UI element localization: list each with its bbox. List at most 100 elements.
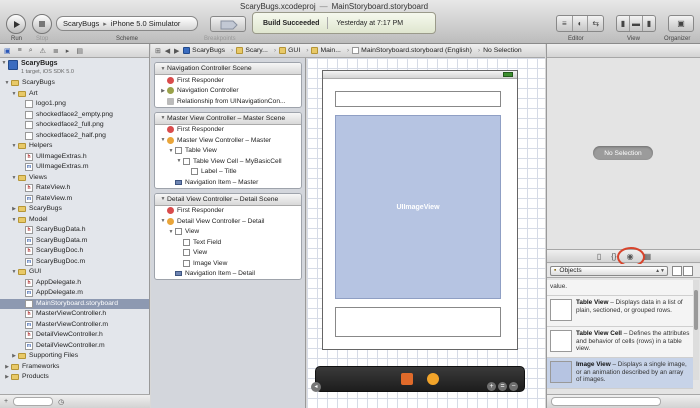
- library-scrollbar[interactable]: [693, 280, 699, 380]
- file-tree-item[interactable]: h ScaryBugData.h: [0, 225, 149, 236]
- related-files-icon[interactable]: ⊞: [155, 47, 161, 55]
- disclosure-triangle-icon[interactable]: ▼: [10, 173, 18, 184]
- scene-header[interactable]: ▼ Navigation Controller Scene: [155, 63, 301, 75]
- debug-navigator-tab-icon[interactable]: ≣: [53, 47, 59, 55]
- breadcrumb-item[interactable]: Main...: [311, 47, 341, 54]
- file-tree-item[interactable]: logo1.png: [0, 99, 149, 110]
- file-tree-item[interactable]: h MasterViewController.h: [0, 309, 149, 320]
- outline-item[interactable]: Navigation Item – Detail: [155, 269, 301, 280]
- library-filter-input[interactable]: [551, 397, 661, 406]
- scheme-selector[interactable]: ScaryBugs ▸ iPhone 5.0 Simulator: [56, 16, 198, 31]
- text-field[interactable]: [335, 91, 501, 107]
- recent-files-icon[interactable]: ◷: [58, 398, 64, 406]
- disclosure-triangle-icon[interactable]: ▼: [10, 141, 18, 152]
- zoom-in-icon[interactable]: +: [487, 382, 496, 391]
- outline-item[interactable]: First Responder: [155, 75, 301, 86]
- outline-item[interactable]: First Responder: [155, 125, 301, 136]
- file-tree-item[interactable]: MainStoryboard.storyboard: [0, 298, 149, 309]
- breadcrumb-item[interactable]: ScaryBugs: [183, 47, 225, 54]
- icon-view-button[interactable]: [672, 265, 682, 276]
- disclosure-triangle-icon[interactable]: ▶: [10, 351, 18, 362]
- disclosure-triangle-icon[interactable]: ▼: [10, 267, 18, 278]
- breakpoint-navigator-tab-icon[interactable]: ▸: [66, 47, 70, 55]
- file-tree-item[interactable]: shockedface2_half.png: [0, 131, 149, 142]
- outline-item[interactable]: ▼ View: [155, 227, 301, 238]
- outline-item[interactable]: ▶ Navigation Controller: [155, 86, 301, 97]
- disclosure-triangle-icon[interactable]: ▼: [0, 60, 8, 66]
- zoom-out-icon[interactable]: −: [509, 382, 518, 391]
- disclosure-triangle-icon[interactable]: ▶: [3, 362, 11, 373]
- file-template-library-icon[interactable]: ▯: [597, 252, 601, 261]
- file-tree-item[interactable]: ▼ Art: [0, 89, 149, 100]
- breadcrumb-item[interactable]: No Selection: [483, 47, 522, 54]
- file-tree-item[interactable]: ▼ Helpers: [0, 141, 149, 152]
- project-row[interactable]: ▼ ScaryBugs 1 target, iOS SDK 5.0: [0, 58, 149, 78]
- organizer-button[interactable]: ▣: [668, 15, 694, 32]
- zoom-fit-icon[interactable]: =: [498, 382, 507, 391]
- file-tree-item[interactable]: ▼ Model: [0, 215, 149, 226]
- navigator-filter-input[interactable]: [13, 397, 54, 406]
- file-tree-item[interactable]: h DetailViewController.h: [0, 330, 149, 341]
- file-tree-item[interactable]: m AppDelegate.m: [0, 288, 149, 299]
- outline-item[interactable]: First Responder: [155, 206, 301, 217]
- list-view-button[interactable]: [683, 265, 693, 276]
- file-tree-item[interactable]: ▶ Frameworks: [0, 362, 149, 373]
- disclosure-triangle-icon[interactable]: ▼: [167, 148, 175, 154]
- disclosure-triangle-icon[interactable]: ▼: [175, 158, 183, 164]
- scene-header[interactable]: ▼ Detail View Controller – Detail Scene: [155, 193, 301, 206]
- file-tree-item[interactable]: m ScaryBugData.m: [0, 236, 149, 247]
- breadcrumb-item[interactable]: GUI: [279, 47, 300, 54]
- symbol-navigator-tab-icon[interactable]: ≡: [18, 47, 22, 54]
- disclosure-triangle-icon[interactable]: ▶: [3, 372, 11, 383]
- add-icon[interactable]: +: [4, 398, 8, 405]
- file-tree-item[interactable]: h ScaryBugDoc.h: [0, 246, 149, 257]
- back-arrow-icon[interactable]: ◀: [165, 47, 170, 55]
- outline-item[interactable]: Relationship from UINavigationCon...: [155, 96, 301, 107]
- file-tree-item[interactable]: ▶ ScaryBugs: [0, 204, 149, 215]
- file-tree-item[interactable]: h RateView.h: [0, 183, 149, 194]
- project-navigator-tab-icon[interactable]: ▣: [4, 47, 11, 55]
- outline-item[interactable]: ▼ Table View Cell – MyBasicCell: [155, 156, 301, 167]
- version-editor-icon[interactable]: ⇆: [588, 16, 603, 31]
- organizer-icon[interactable]: ▣: [669, 16, 693, 31]
- disclosure-triangle-icon[interactable]: ▶: [10, 204, 18, 215]
- outline-item[interactable]: View: [155, 248, 301, 259]
- breadcrumb-item[interactable]: MainStoryboard.storyboard (English): [352, 47, 472, 54]
- breadcrumb-item[interactable]: Scary...: [236, 47, 268, 54]
- library-item[interactable]: Image View – Displays a single image, or…: [547, 358, 693, 389]
- file-tree-item[interactable]: shockedface2_empty.png: [0, 110, 149, 121]
- run-button[interactable]: [6, 14, 26, 34]
- issue-navigator-tab-icon[interactable]: ⚠: [40, 47, 46, 55]
- navigator-toggle-icon[interactable]: ▮: [617, 16, 630, 31]
- code-snippet-library-icon[interactable]: {}: [611, 252, 616, 261]
- outline-item[interactable]: ▼ Table View: [155, 146, 301, 157]
- file-tree-item[interactable]: h AppDelegate.h: [0, 278, 149, 289]
- file-tree-item[interactable]: h UIImageExtras.h: [0, 152, 149, 163]
- outline-item[interactable]: ▼ Master View Controller – Master: [155, 135, 301, 146]
- disclosure-triangle-icon[interactable]: ▼: [3, 78, 11, 89]
- forward-arrow-icon[interactable]: ▶: [174, 47, 179, 55]
- file-tree-item[interactable]: m ScaryBugDoc.m: [0, 257, 149, 268]
- disclosure-triangle-icon[interactable]: ▼: [167, 229, 175, 235]
- library-item[interactable]: value.: [547, 280, 693, 296]
- disclosure-triangle-icon[interactable]: ▼: [159, 218, 167, 224]
- outline-item[interactable]: Navigation Item – Master: [155, 177, 301, 188]
- file-tree-item[interactable]: m RateView.m: [0, 194, 149, 205]
- disclosure-triangle-icon[interactable]: ▼: [159, 196, 167, 202]
- assistant-editor-icon[interactable]: ◐: [573, 16, 589, 31]
- disclosure-triangle-icon[interactable]: ▼: [10, 89, 18, 100]
- file-tree-item[interactable]: ▶ Products: [0, 372, 149, 383]
- file-tree-item[interactable]: ▼ ScaryBugs: [0, 78, 149, 89]
- outline-item[interactable]: Text Field: [155, 237, 301, 248]
- debug-toggle-icon[interactable]: ▬: [630, 16, 643, 31]
- log-navigator-tab-icon[interactable]: ▤: [76, 47, 83, 55]
- file-tree-item[interactable]: m MasterViewController.m: [0, 320, 149, 331]
- outline-item[interactable]: ▼ Detail View Controller – Detail: [155, 216, 301, 227]
- file-tree-item[interactable]: m DetailViewController.m: [0, 341, 149, 352]
- standard-editor-icon[interactable]: ≡: [557, 16, 573, 31]
- disclosure-triangle-icon[interactable]: ▼: [159, 137, 167, 143]
- detail-scene-view[interactable]: UIImageView: [322, 70, 518, 350]
- disclosure-triangle-icon[interactable]: ▼: [10, 215, 18, 226]
- file-tree-item[interactable]: ▶ Supporting Files: [0, 351, 149, 362]
- file-tree-item[interactable]: ▼ Views: [0, 173, 149, 184]
